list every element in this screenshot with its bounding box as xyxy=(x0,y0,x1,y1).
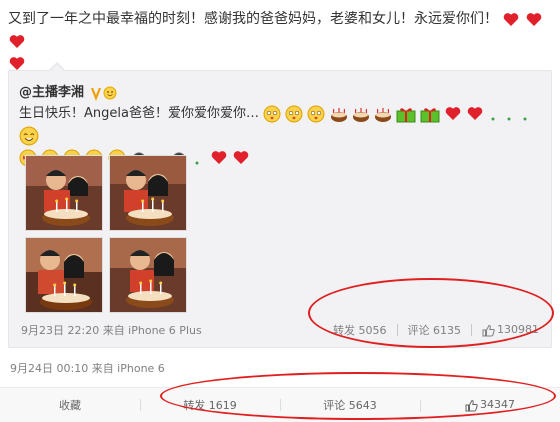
cake-icon xyxy=(352,107,369,122)
post-text: 又到了一年之中最幸福的时刻！感谢我的爸爸妈妈，老婆和女儿！永远爱你们！ xyxy=(8,11,498,27)
original-like-link[interactable]: 130981 xyxy=(482,323,539,337)
post-timestamp-source[interactable]: 9月24日 00:10 来自 iPhone 6 xyxy=(10,360,165,376)
divider xyxy=(396,324,398,336)
thumbs-up-icon xyxy=(465,399,478,412)
heart-icon xyxy=(9,56,25,70)
heart-icon xyxy=(445,107,461,120)
heart-icon xyxy=(504,12,519,26)
original-author[interactable]: @主播李湘 xyxy=(19,81,119,101)
original-action-counts: 转发 5056 评论 6135 130981 xyxy=(333,322,539,338)
like-count: 34347 xyxy=(480,398,515,412)
smiley-icon xyxy=(285,105,303,122)
gift-icon xyxy=(420,107,440,122)
original-like-count: 130981 xyxy=(497,323,539,337)
gift-icon xyxy=(396,107,416,122)
original-author-name[interactable]: @主播李湘 xyxy=(19,85,84,100)
reposted-weibo-card: @主播李湘 生日快乐！Angela爸爸！爱你爱你爱你… 9月23日 22:20 … xyxy=(8,62,552,348)
heart-icon xyxy=(9,34,25,48)
smiley-icon xyxy=(19,126,39,145)
like-button[interactable]: 34347 xyxy=(420,398,560,412)
repost-button[interactable]: 转发 1619 xyxy=(140,397,280,413)
photo-thumbnail[interactable] xyxy=(25,237,103,313)
heart-icon xyxy=(212,151,227,164)
heart-icon xyxy=(468,107,483,120)
photo-thumbnail[interactable] xyxy=(109,237,187,313)
photo-thumbnail[interactable] xyxy=(109,155,187,231)
heart-icon xyxy=(526,12,542,26)
smiley-icon xyxy=(307,105,325,122)
sparkle-icon xyxy=(491,117,527,120)
heart-icon xyxy=(234,151,249,164)
photo-thumbnail[interactable] xyxy=(25,155,103,231)
original-timestamp-source[interactable]: 9月23日 22:20 来自 iPhone 6 Plus xyxy=(21,322,202,338)
cake-icon xyxy=(330,107,347,122)
original-comment-link[interactable]: 评论 6135 xyxy=(408,322,462,338)
post-text-block: 又到了一年之中最幸福的时刻！感谢我的爸爸妈妈，老婆和女儿！永远爱你们！ xyxy=(8,8,548,74)
cake-icon xyxy=(374,107,391,122)
favorite-button[interactable]: 收藏 xyxy=(0,397,140,413)
original-text: 生日快乐！Angela爸爸！爱你爱你爱你… xyxy=(19,106,259,121)
sparkle-icon xyxy=(195,161,199,164)
original-repost-link[interactable]: 转发 5056 xyxy=(333,322,387,338)
comment-button[interactable]: 评论 5643 xyxy=(280,397,420,413)
verified-badge-icon xyxy=(90,86,117,101)
thumbs-up-icon xyxy=(482,324,495,337)
smiley-icon xyxy=(263,105,281,122)
divider xyxy=(471,324,472,336)
action-bar: 收藏 转发 1619 评论 5643 34347 xyxy=(0,387,560,422)
